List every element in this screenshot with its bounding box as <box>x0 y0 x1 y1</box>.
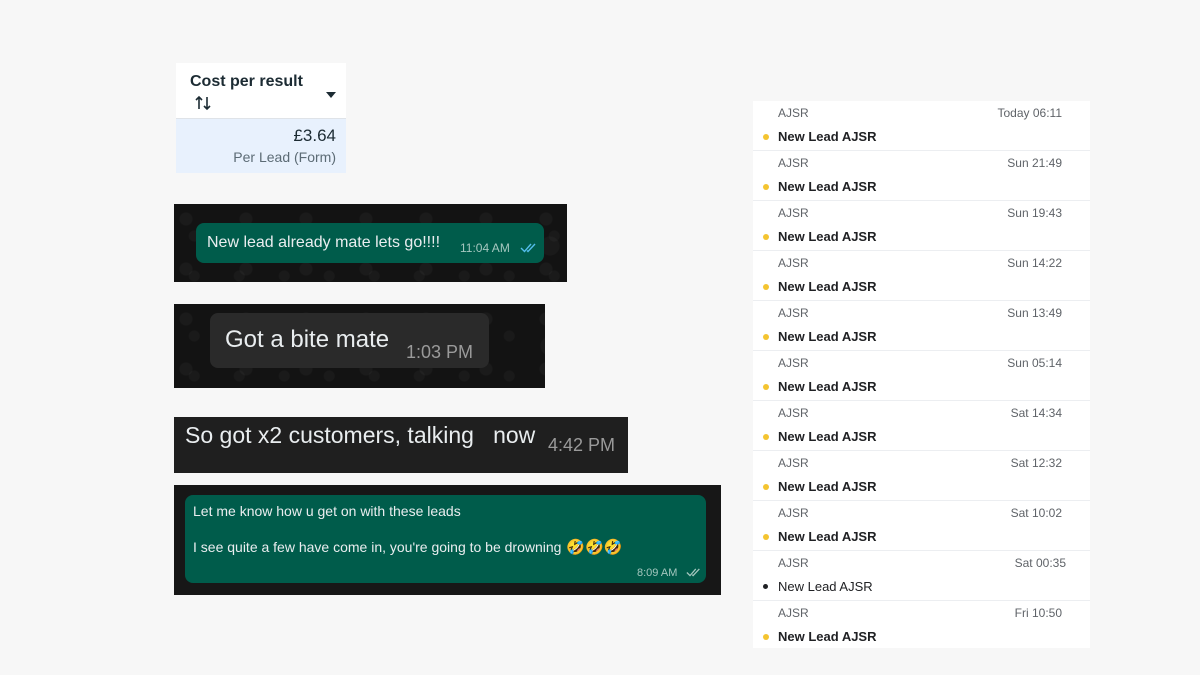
unread-dot-icon <box>763 484 769 490</box>
email-date: Sat 12:32 <box>1010 456 1062 470</box>
email-sender: AJSR <box>778 506 809 520</box>
email-subject: New Lead AJSR <box>778 629 877 644</box>
email-date: Sat 10:02 <box>1010 506 1062 520</box>
cost-result-type: Per Lead (Form) <box>233 149 336 165</box>
unread-dot-icon <box>763 534 769 540</box>
email-row[interactable]: AJSR Today 06:11 New Lead AJSR <box>753 101 1090 151</box>
email-subject: New Lead AJSR <box>778 579 873 594</box>
chat-message-line-1: Let me know how u get on with these lead… <box>193 503 461 519</box>
email-sender: AJSR <box>778 256 809 270</box>
email-sender: AJSR <box>778 156 809 170</box>
email-row[interactable]: AJSR Sun 21:49 New Lead AJSR <box>753 151 1090 201</box>
unread-dot-icon <box>763 234 769 240</box>
chat-screenshot-2: Got a bite mate 1:03 PM <box>174 304 545 388</box>
email-date: Sat 14:34 <box>1010 406 1062 420</box>
double-tick-read-icon <box>520 243 536 253</box>
email-row[interactable]: AJSR Fri 10:50 New Lead AJSR <box>753 601 1090 651</box>
email-date: Sun 14:22 <box>1007 256 1062 270</box>
email-subject: New Lead AJSR <box>778 279 877 294</box>
chat-message-line-2: I see quite a few have come in, you're g… <box>193 538 622 556</box>
unread-dot-icon <box>763 134 769 140</box>
email-date: Sun 19:43 <box>1007 206 1062 220</box>
unread-dot-icon <box>763 384 769 390</box>
email-sender: AJSR <box>778 606 809 620</box>
email-sender: AJSR <box>778 356 809 370</box>
chat-timestamp: 11:04 AM <box>460 241 510 255</box>
email-date: Sun 13:49 <box>1007 306 1062 320</box>
email-subject: New Lead AJSR <box>778 329 877 344</box>
chat-message: So got x2 customers, talking now <box>185 422 536 448</box>
chat-timestamp: 1:03 PM <box>406 342 474 362</box>
unread-dot-icon <box>763 184 769 190</box>
chat-bubble-outgoing: Let me know how u get on with these lead… <box>185 495 706 583</box>
email-sender: AJSR <box>778 406 809 420</box>
sort-icon[interactable] <box>194 94 212 112</box>
chat-message-text: I see quite a few have come in, you're g… <box>193 539 562 555</box>
email-sender: AJSR <box>778 306 809 320</box>
dropdown-caret-icon[interactable] <box>326 92 336 98</box>
cost-column-header[interactable]: Cost per result <box>176 63 346 119</box>
email-row[interactable]: AJSR Sun 13:49 New Lead AJSR <box>753 301 1090 351</box>
cost-column-title: Cost per result <box>190 73 303 90</box>
chat-screenshot-1: New lead already mate lets go!!!! 11:04 … <box>174 204 567 282</box>
chat-screenshot-4: Let me know how u get on with these lead… <box>174 485 721 595</box>
chat-bubble-incoming: Got a bite mate 1:03 PM <box>210 313 489 368</box>
email-row[interactable]: AJSR Sun 05:14 New Lead AJSR <box>753 351 1090 401</box>
chat-message: Got a bite mate <box>225 326 390 353</box>
email-row[interactable]: AJSR Sat 12:32 New Lead AJSR <box>753 451 1090 501</box>
unread-dot-icon <box>763 434 769 440</box>
unread-dot-icon <box>763 634 769 640</box>
email-subject: New Lead AJSR <box>778 379 877 394</box>
chat-timestamp: 8:09 AM <box>637 567 678 579</box>
cost-value: £3.64 <box>293 126 336 145</box>
email-sender: AJSR <box>778 456 809 470</box>
email-subject: New Lead AJSR <box>778 229 877 244</box>
email-subject: New Lead AJSR <box>778 429 877 444</box>
unread-dot-icon <box>763 334 769 340</box>
email-sender: AJSR <box>778 206 809 220</box>
email-subject: New Lead AJSR <box>778 529 877 544</box>
email-inbox-list: AJSR Today 06:11 New Lead AJSR AJSR Sun 21:4… <box>753 101 1090 648</box>
laughing-emoji-icon: 🤣🤣🤣 <box>566 539 623 556</box>
email-subject: New Lead AJSR <box>778 479 877 494</box>
email-subject: New Lead AJSR <box>778 129 877 144</box>
email-row[interactable]: AJSR Sat 10:02 New Lead AJSR <box>753 501 1090 551</box>
double-tick-delivered-icon <box>686 568 700 577</box>
chat-bubble-outgoing: New lead already mate lets go!!!! 11:04 … <box>196 223 544 263</box>
chat-timestamp: 4:42 PM <box>548 435 616 455</box>
email-sender: AJSR <box>778 556 809 570</box>
chat-bubble-incoming: So got x2 customers, talking now 4:42 PM <box>174 417 628 473</box>
email-sender: AJSR <box>778 106 809 120</box>
cost-cell: £3.64 Per Lead (Form) <box>176 119 346 173</box>
email-subject: New Lead AJSR <box>778 179 877 194</box>
unread-dot-icon <box>763 284 769 290</box>
chat-message: New lead already mate lets go!!!! <box>207 234 441 251</box>
email-date: Sat 00:35 <box>1014 556 1066 570</box>
email-row[interactable]: AJSR Sun 14:22 New Lead AJSR <box>753 251 1090 301</box>
email-row[interactable]: AJSR Sun 19:43 New Lead AJSR <box>753 201 1090 251</box>
email-row[interactable]: AJSR Sat 00:35 New Lead AJSR <box>753 551 1090 601</box>
email-date: Sun 21:49 <box>1007 156 1062 170</box>
email-date: Fri 10:50 <box>1014 606 1062 620</box>
bullet-icon <box>763 584 768 589</box>
email-row[interactable]: AJSR Sat 14:34 New Lead AJSR <box>753 401 1090 451</box>
cost-per-result-card: Cost per result £3.64 Per Lead (Form) <box>176 63 346 173</box>
chat-screenshot-3: So got x2 customers, talking now 4:42 PM <box>174 417 628 473</box>
email-date: Sun 05:14 <box>1007 356 1062 370</box>
email-date: Today 06:11 <box>997 106 1063 120</box>
